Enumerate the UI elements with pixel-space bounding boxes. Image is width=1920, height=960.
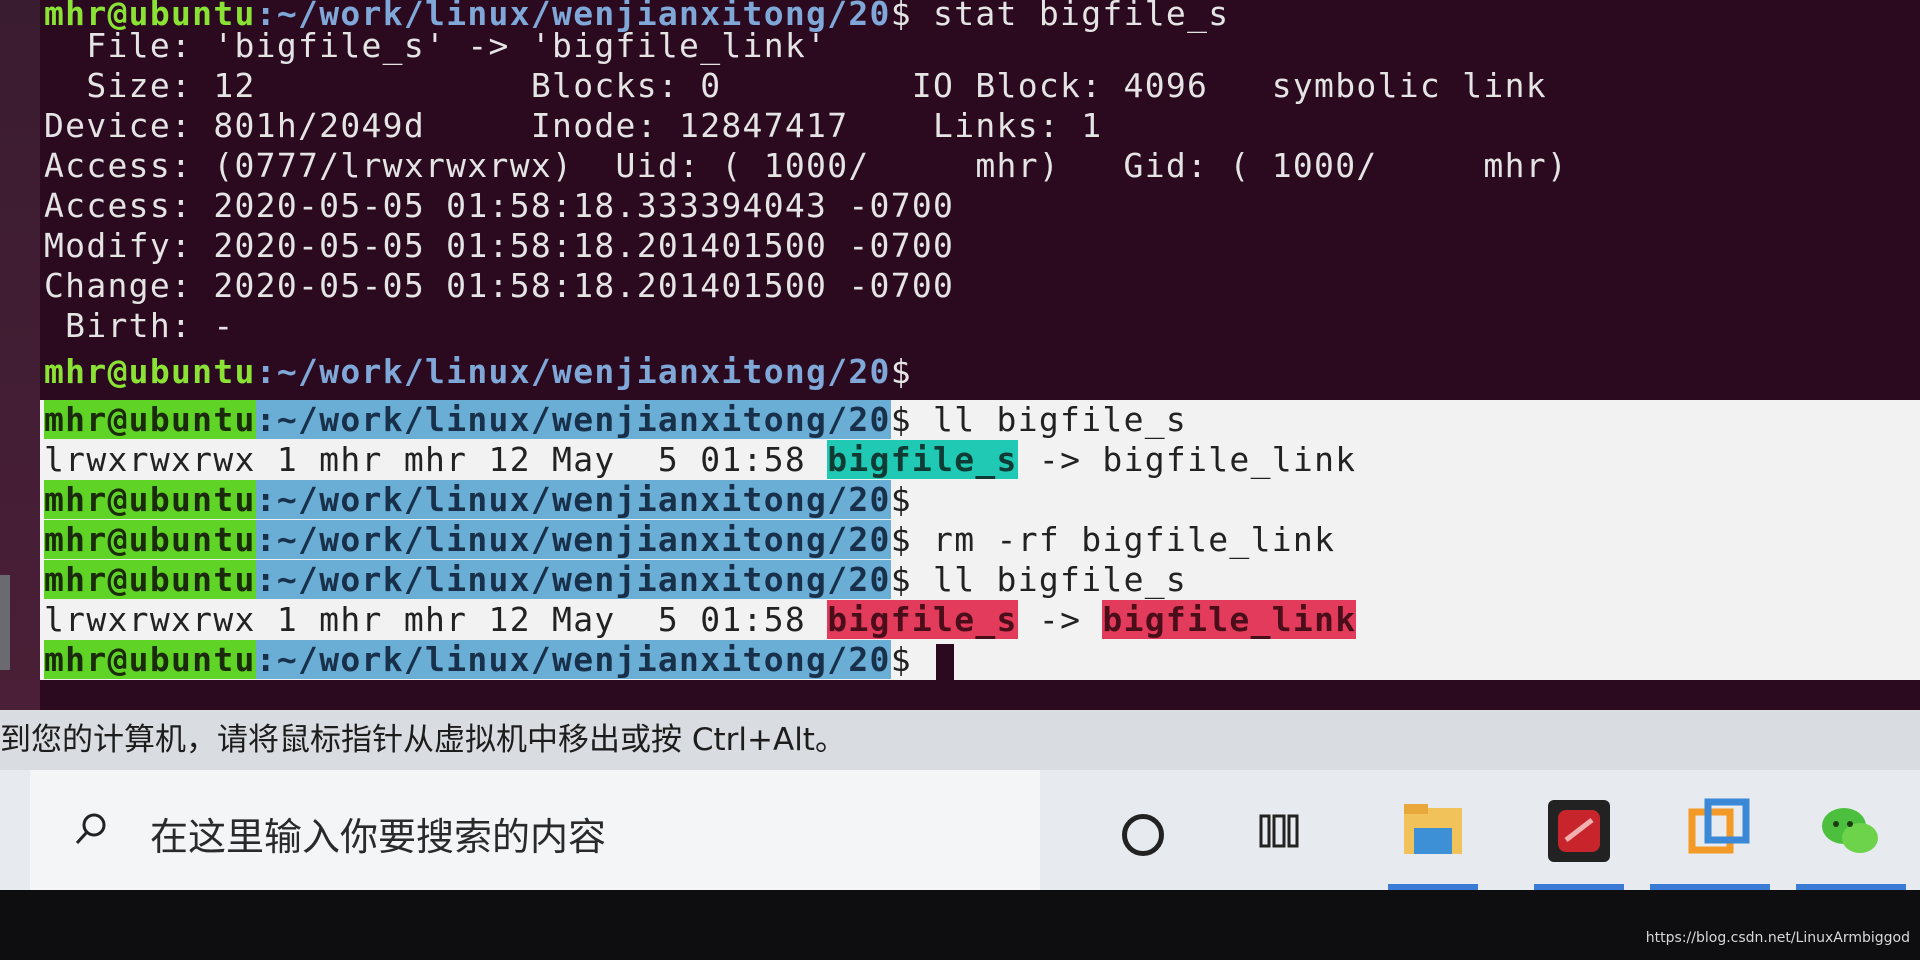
prompt-command: $ xyxy=(890,352,912,391)
file-explorer-icon[interactable] xyxy=(1400,798,1466,864)
terminal-prompt-line: mhr@ubuntu:~/work/linux/wenjianxitong/20… xyxy=(44,480,912,520)
prompt-path: :~/work/linux/wenjianxitong/20 xyxy=(255,400,891,439)
prompt-user: mhr@ubuntu xyxy=(44,400,256,439)
stat-file-line: File: 'bigfile_s' -> 'bigfile_link' xyxy=(44,26,828,65)
desk-surface: https://blog.csdn.net/LinuxArmbiggod xyxy=(0,890,1920,960)
stat-modify-time-line: Modify: 2020-05-05 01:58:18.201401500 -0… xyxy=(44,226,955,265)
prompt-command: $ xyxy=(890,640,912,679)
prompt-command: $ stat bigfile_s xyxy=(890,0,1230,33)
watermark: https://blog.csdn.net/LinuxArmbiggod xyxy=(1645,930,1910,946)
ls-attributes: lrwxrwxrwx 1 mhr mhr 12 May 5 01:58 xyxy=(44,440,828,479)
prompt-user: mhr@ubuntu xyxy=(44,352,256,391)
terminal-prompt-line: mhr@ubuntu:~/work/linux/wenjianxitong/20… xyxy=(44,400,1187,440)
prompt-path: :~/work/linux/wenjianxitong/20 xyxy=(255,480,891,519)
stat-access-mode-line: Access: (0777/lrwxrwxrwx) Uid: ( 1000/ m… xyxy=(44,146,1569,185)
terminal-window[interactable]: mhr@ubuntu:~/work/linux/wenjianxitong/20… xyxy=(40,0,1920,710)
symlink-arrow: -> xyxy=(1017,600,1103,639)
prompt-path: :~/work/linux/wenjianxitong/20 xyxy=(255,352,891,391)
terminal-cursor xyxy=(935,643,954,680)
cortana-icon[interactable] xyxy=(1122,814,1164,856)
prompt-user: mhr@ubuntu xyxy=(44,560,256,599)
ls-output-line: lrwxrwxrwx 1 mhr mhr 12 May 5 01:58 bigf… xyxy=(44,600,1357,640)
prompt-command: $ xyxy=(890,480,912,519)
windows-taskbar: 在这里输入你要搜索的内容 xyxy=(0,770,1920,890)
vm-status-text: 到您的计算机，请将鼠标指针从虚拟机中移出或按 Ctrl+Alt。 xyxy=(0,722,846,758)
search-placeholder: 在这里输入你要搜索的内容 xyxy=(150,815,607,859)
terminal-prompt-line: mhr@ubuntu:~/work/linux/wenjianxitong/20… xyxy=(44,640,954,680)
stat-access-time-line: Access: 2020-05-05 01:58:18.333394043 -0… xyxy=(44,186,955,225)
stat-size-line: Size: 12 Blocks: 0 IO Block: 4096 symbol… xyxy=(44,66,1547,105)
terminal-prompt-line: mhr@ubuntu:~/work/linux/wenjianxitong/20… xyxy=(44,520,1335,560)
terminal-prompt-line: mhr@ubuntu:~/work/linux/wenjianxitong/20… xyxy=(44,352,912,392)
taskbar-search-box[interactable]: 在这里输入你要搜索的内容 xyxy=(30,770,1040,890)
window-edge-handle xyxy=(0,575,10,670)
prompt-command: $ ll bigfile_s xyxy=(890,400,1188,439)
terminal-prompt-line: mhr@ubuntu:~/work/linux/wenjianxitong/20… xyxy=(44,560,1187,600)
symlink-target: bigfile_link xyxy=(1102,440,1357,479)
prompt-user: mhr@ubuntu xyxy=(44,480,256,519)
prompt-path: :~/work/linux/wenjianxitong/20 xyxy=(255,640,891,679)
vmware-icon[interactable] xyxy=(1686,798,1752,864)
prompt-path: :~/work/linux/wenjianxitong/20 xyxy=(255,560,891,599)
task-view-icon[interactable] xyxy=(1258,810,1300,852)
prompt-command: $ ll bigfile_s xyxy=(890,560,1188,599)
stat-device-line: Device: 801h/2049d Inode: 12847417 Links… xyxy=(44,106,1103,145)
prompt-path: :~/work/linux/wenjianxitong/20 xyxy=(255,520,891,559)
prompt-user: mhr@ubuntu xyxy=(44,640,256,679)
desktop-left-edge xyxy=(0,0,40,710)
symlink-name: bigfile_s xyxy=(827,440,1018,479)
search-icon xyxy=(75,813,106,845)
vm-status-bar: 到您的计算机，请将鼠标指针从虚拟机中移出或按 Ctrl+Alt。 xyxy=(0,710,1920,770)
ls-output-line: lrwxrwxrwx 1 mhr mhr 12 May 5 01:58 bigf… xyxy=(44,440,1356,480)
wechat-icon[interactable] xyxy=(1818,798,1884,864)
ls-attributes: lrwxrwxrwx 1 mhr mhr 12 May 5 01:58 xyxy=(44,600,828,639)
broken-symlink-target: bigfile_link xyxy=(1102,600,1357,639)
prompt-user: mhr@ubuntu xyxy=(44,520,256,559)
prompt-command: $ rm -rf bigfile_link xyxy=(890,520,1336,559)
stat-birth-line: Birth: - xyxy=(44,306,235,345)
red-app-icon[interactable] xyxy=(1546,798,1612,864)
symlink-arrow: -> xyxy=(1017,440,1103,479)
broken-symlink-name: bigfile_s xyxy=(827,600,1018,639)
stat-change-time-line: Change: 2020-05-05 01:58:18.201401500 -0… xyxy=(44,266,955,305)
